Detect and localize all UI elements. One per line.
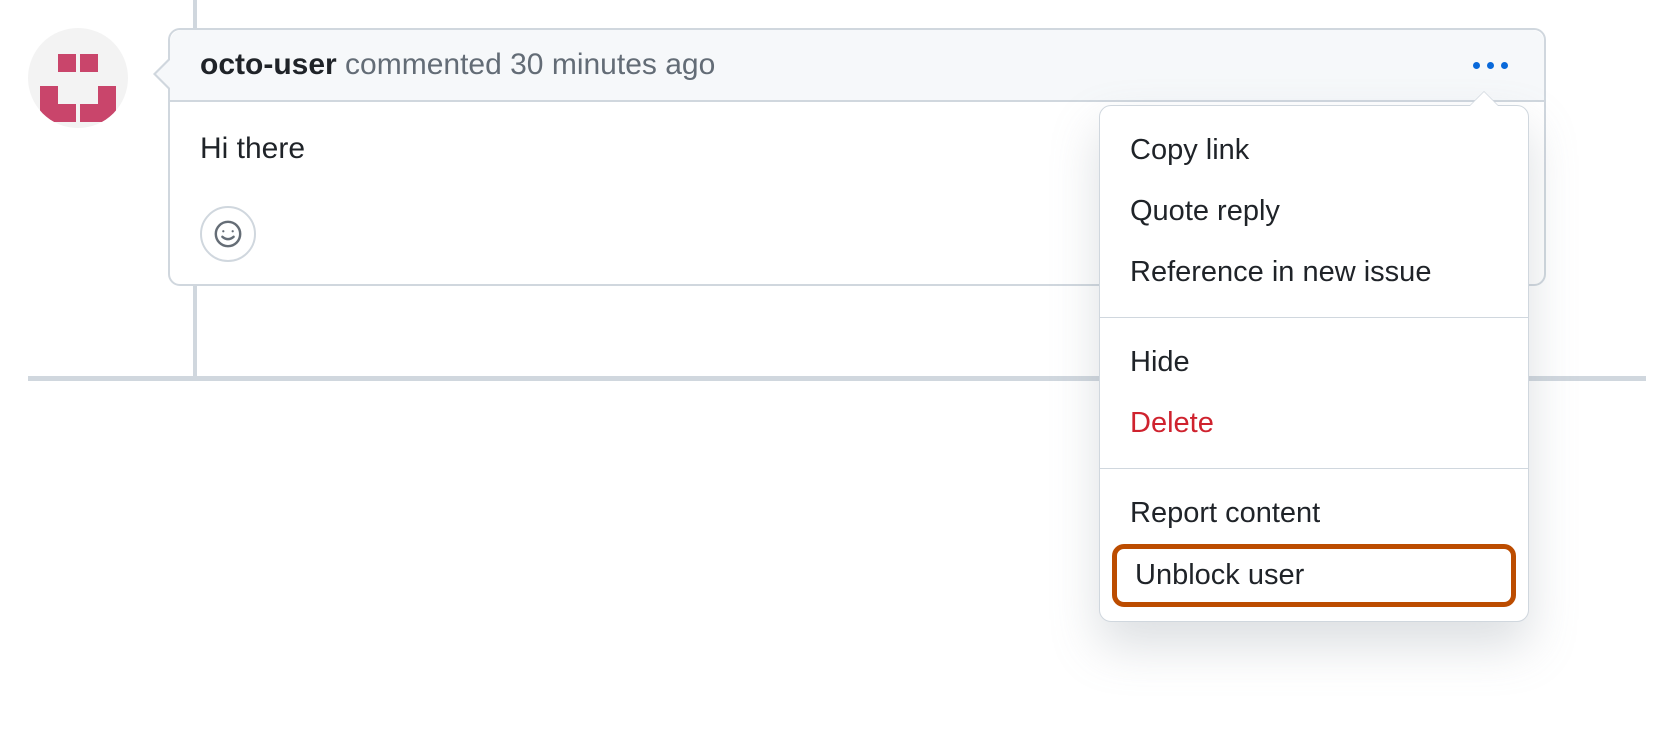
menu-item-report-content[interactable]: Report content	[1100, 483, 1528, 544]
kebab-dot-icon	[1487, 62, 1494, 69]
add-reaction-button[interactable]	[200, 206, 256, 262]
comment-caret	[153, 58, 169, 90]
comment-header: octo-user commented 30 minutes ago	[170, 30, 1544, 102]
menu-item-delete[interactable]: Delete	[1100, 393, 1528, 454]
comment-author[interactable]: octo-user	[200, 48, 337, 81]
comment-actions-dropdown: Copy link Quote reply Reference in new i…	[1099, 105, 1529, 622]
smiley-icon	[213, 219, 243, 249]
menu-item-unblock-user[interactable]: Unblock user	[1135, 559, 1493, 592]
menu-item-hide[interactable]: Hide	[1100, 332, 1528, 393]
kebab-menu-button[interactable]	[1467, 56, 1514, 75]
comment-header-text: octo-user commented 30 minutes ago	[200, 48, 715, 82]
menu-item-copy-link[interactable]: Copy link	[1100, 120, 1528, 181]
kebab-dot-icon	[1473, 62, 1480, 69]
dropdown-divider	[1100, 317, 1528, 318]
dropdown-divider	[1100, 468, 1528, 469]
comment-timestamp[interactable]: 30 minutes ago	[510, 48, 715, 81]
menu-item-quote-reply[interactable]: Quote reply	[1100, 181, 1528, 242]
avatar-identicon	[28, 28, 128, 128]
kebab-dot-icon	[1501, 62, 1508, 69]
comment-action-text: commented	[345, 48, 502, 81]
menu-item-reference-issue[interactable]: Reference in new issue	[1100, 242, 1528, 303]
avatar[interactable]	[28, 28, 128, 128]
unblock-highlight: Unblock user	[1112, 544, 1516, 607]
